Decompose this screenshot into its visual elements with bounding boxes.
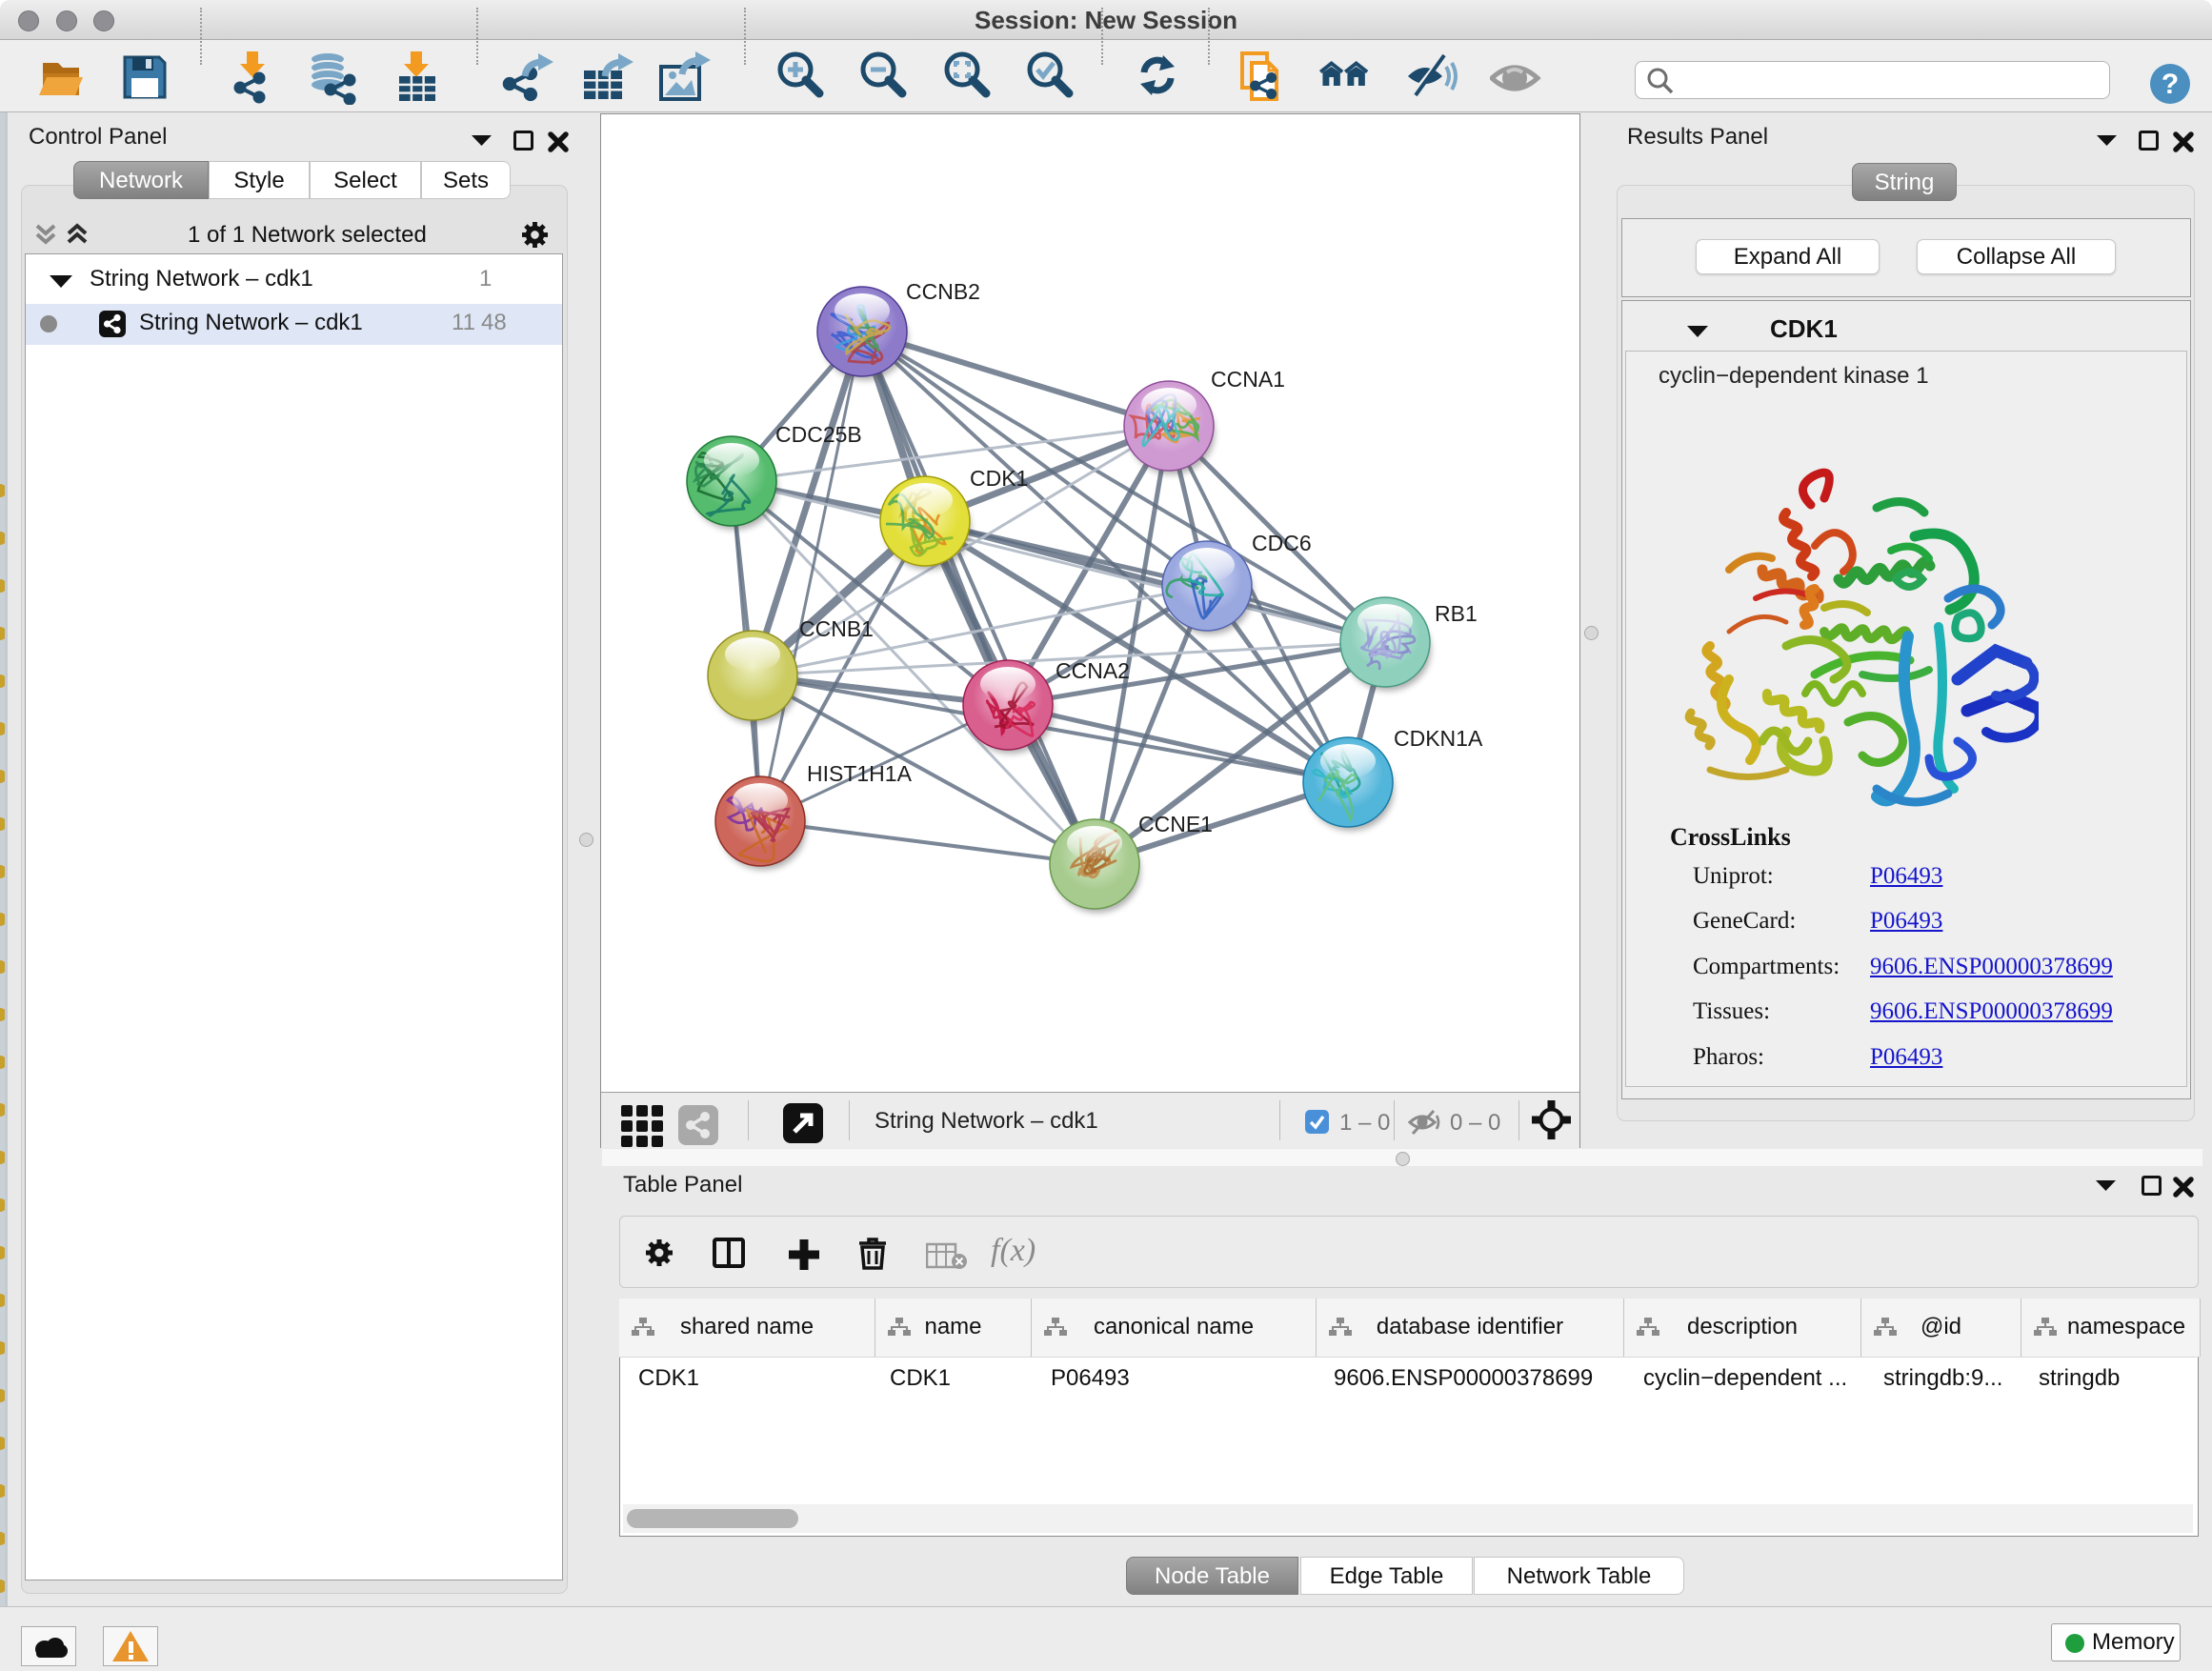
svg-text:CDC6: CDC6 xyxy=(1252,531,1312,555)
svg-text:CCNB1: CCNB1 xyxy=(799,616,874,641)
svg-text:RB1: RB1 xyxy=(1435,601,1478,626)
svg-text:CDC25B: CDC25B xyxy=(775,422,862,447)
svg-text:CDK1: CDK1 xyxy=(970,466,1028,491)
svg-text:CCNA2: CCNA2 xyxy=(1056,658,1130,683)
svg-text:CCNA1: CCNA1 xyxy=(1211,367,1285,392)
svg-text:?: ? xyxy=(2162,69,2179,100)
svg-text:CCNB2: CCNB2 xyxy=(906,279,980,304)
svg-text:HIST1H1A: HIST1H1A xyxy=(807,761,913,786)
svg-text:CCNE1: CCNE1 xyxy=(1138,812,1213,836)
svg-text:CDKN1A: CDKN1A xyxy=(1394,726,1483,751)
